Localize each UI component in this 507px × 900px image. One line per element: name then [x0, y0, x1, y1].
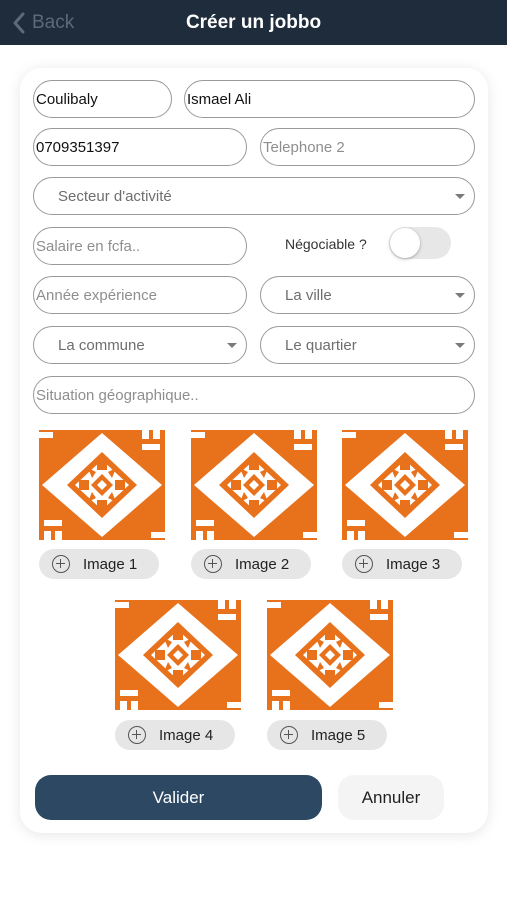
orange-tile-pattern-icon — [191, 430, 317, 540]
plus-circle-icon — [128, 726, 146, 744]
prenoms-field[interactable] — [184, 80, 475, 118]
salaire-input[interactable] — [34, 237, 246, 255]
quartier-select[interactable]: Le quartier — [260, 326, 475, 364]
add-image-1-button[interactable]: Image 1 — [39, 549, 159, 579]
plus-circle-icon — [355, 555, 373, 573]
page-title: Créer un jobbo — [185, 12, 322, 33]
commune-label: La commune — [58, 336, 145, 354]
plus-circle-icon — [280, 726, 298, 744]
situation-field[interactable] — [33, 376, 475, 414]
plus-circle-icon — [204, 555, 222, 573]
image-4-placeholder[interactable] — [115, 600, 241, 710]
toggle-knob — [390, 228, 420, 258]
image-1-label: Image 1 — [83, 555, 138, 573]
negociable-label: Négociable ? — [285, 236, 367, 252]
image-2-label: Image 2 — [235, 555, 290, 573]
orange-tile-pattern-icon — [115, 600, 241, 710]
image-2-placeholder[interactable] — [191, 430, 317, 540]
add-image-2-button[interactable]: Image 2 — [191, 549, 311, 579]
image-3-label: Image 3 — [386, 555, 441, 573]
commune-select[interactable]: La commune — [33, 326, 247, 364]
image-5-placeholder[interactable] — [267, 600, 393, 710]
situation-input[interactable] — [34, 386, 474, 404]
ville-label: La ville — [285, 286, 332, 304]
caret-down-icon — [455, 342, 465, 348]
orange-tile-pattern-icon — [267, 600, 393, 710]
image-5-label: Image 5 — [311, 726, 366, 744]
nom-field[interactable] — [33, 80, 172, 118]
valider-button[interactable]: Valider — [35, 775, 322, 820]
add-image-4-button[interactable]: Image 4 — [115, 720, 235, 750]
negociable-toggle[interactable] — [389, 227, 451, 259]
ville-select[interactable]: La ville — [260, 276, 475, 314]
image-3-placeholder[interactable] — [342, 430, 468, 540]
caret-down-icon — [455, 292, 465, 298]
app-header: Back Créer un jobbo — [0, 0, 507, 45]
add-image-3-button[interactable]: Image 3 — [342, 549, 462, 579]
plus-circle-icon — [52, 555, 70, 573]
annuler-button[interactable]: Annuler — [338, 775, 444, 820]
telephone1-field[interactable] — [33, 128, 247, 166]
quartier-label: Le quartier — [285, 336, 357, 354]
experience-field[interactable] — [33, 276, 247, 314]
add-image-5-button[interactable]: Image 5 — [267, 720, 387, 750]
nom-input[interactable] — [34, 90, 171, 108]
telephone2-input[interactable] — [261, 138, 474, 156]
image-1-placeholder[interactable] — [39, 430, 165, 540]
salaire-field[interactable] — [33, 227, 247, 265]
telephone2-field[interactable] — [260, 128, 475, 166]
telephone1-input[interactable] — [34, 138, 246, 156]
image-4-label: Image 4 — [159, 726, 214, 744]
prenoms-input[interactable] — [185, 90, 474, 108]
secteur-label: Secteur d'activité — [58, 187, 172, 205]
secteur-select[interactable]: Secteur d'activité — [33, 177, 475, 215]
experience-input[interactable] — [34, 286, 246, 304]
caret-down-icon — [227, 342, 237, 348]
orange-tile-pattern-icon — [39, 430, 165, 540]
caret-down-icon — [455, 193, 465, 199]
orange-tile-pattern-icon — [342, 430, 468, 540]
